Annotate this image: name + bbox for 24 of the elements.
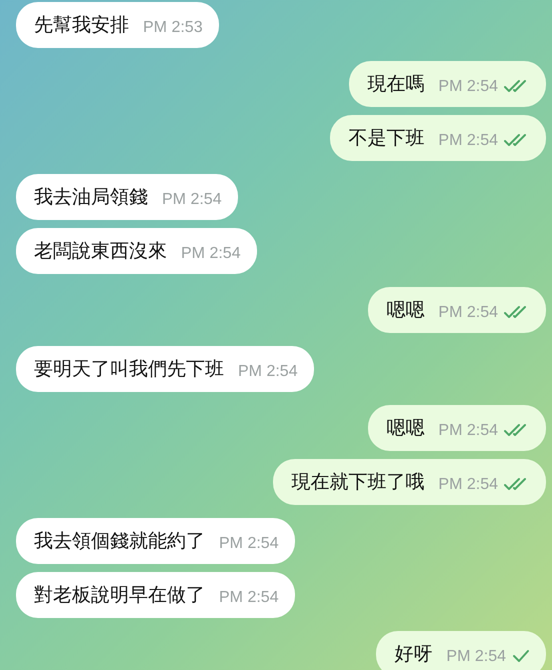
message-time: PM 2:54: [238, 363, 298, 381]
message-text: 不是下班: [348, 126, 424, 151]
message-text: 現在就下班了哦: [291, 470, 424, 495]
message-text: 嗯嗯: [386, 298, 424, 323]
message-time: PM 2:54: [446, 648, 506, 666]
message-time: PM 2:54: [162, 191, 222, 209]
message-time: PM 2:53: [143, 19, 203, 37]
message-time: PM 2:54: [219, 535, 279, 553]
message-time: PM 2:54: [438, 304, 498, 322]
message-text: 要明天了叫我們先下班: [34, 357, 224, 382]
message-text: 老闆說東西沒來: [34, 239, 167, 264]
message-text: 我去領個錢就能約了: [34, 529, 205, 554]
message-time: PM 2:54: [181, 245, 241, 263]
message-text: 好呀: [394, 642, 432, 667]
message-time: PM 2:54: [219, 589, 279, 607]
message-text: 嗯嗯: [386, 416, 424, 441]
message-time: PM 2:54: [438, 476, 498, 494]
message-text: 對老板說明早在做了: [34, 583, 205, 608]
message-text: 先幫我安排: [34, 13, 129, 38]
message-time: PM 2:54: [438, 78, 498, 96]
message-text: 現在嗎: [367, 72, 424, 97]
message-text: 我去油局領錢: [34, 185, 148, 210]
message-time: PM 2:54: [438, 422, 498, 440]
message-time: PM 2:54: [438, 132, 498, 150]
